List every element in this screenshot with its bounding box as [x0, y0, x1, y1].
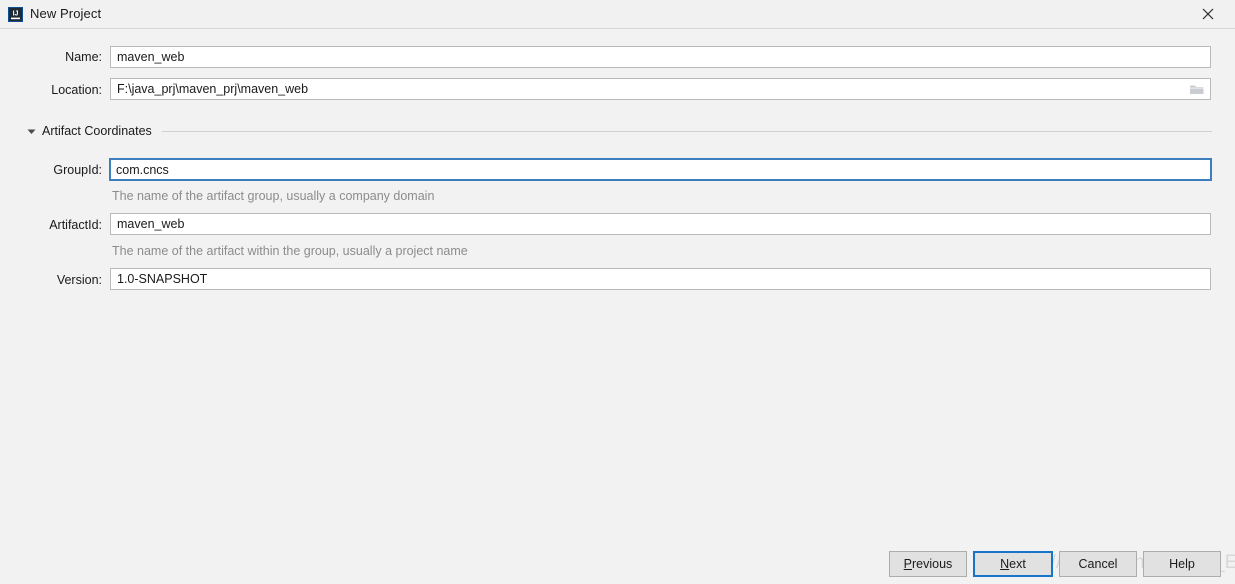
artifact-coordinates-section-title: Artifact Coordinates [42, 124, 152, 138]
intellij-idea-icon: IJ [8, 7, 23, 22]
location-input[interactable] [110, 78, 1211, 100]
cancel-button[interactable]: Cancel [1059, 551, 1137, 577]
next-button[interactable]: Next [973, 551, 1053, 577]
groupid-hint: The name of the artifact group, usually … [112, 189, 435, 203]
dialog-titlebar: IJ New Project [0, 0, 1235, 29]
previous-button-label: revious [912, 557, 953, 571]
next-button-mnemonic: N [1000, 557, 1010, 571]
artifactid-label: ArtifactId: [49, 218, 102, 232]
version-label: Version: [56, 273, 102, 287]
previous-button[interactable]: Previous [889, 551, 967, 577]
location-label: Location: [51, 83, 102, 97]
dialog-title: New Project [30, 6, 102, 21]
close-icon[interactable] [1187, 0, 1229, 28]
cancel-button-label: Cancel [1078, 557, 1118, 571]
folder-browse-icon[interactable] [1186, 79, 1208, 99]
version-input[interactable] [110, 268, 1211, 290]
groupid-label: GroupId: [53, 163, 102, 177]
name-input[interactable] [110, 46, 1211, 68]
groupid-input[interactable] [109, 158, 1212, 181]
section-divider [161, 130, 1212, 132]
next-button-label: ext [1009, 557, 1026, 571]
help-button[interactable]: Help [1143, 551, 1221, 577]
artifactid-hint: The name of the artifact within the grou… [112, 244, 468, 258]
svg-text:IJ: IJ [13, 11, 19, 18]
chevron-down-icon[interactable] [24, 124, 38, 138]
artifactid-input[interactable] [110, 213, 1211, 235]
help-button-label: Help [1169, 557, 1195, 571]
artifact-coordinates-section-header[interactable]: Artifact Coordinates [24, 123, 1212, 139]
previous-button-mnemonic: P [903, 557, 913, 571]
name-label: Name: [65, 50, 102, 64]
